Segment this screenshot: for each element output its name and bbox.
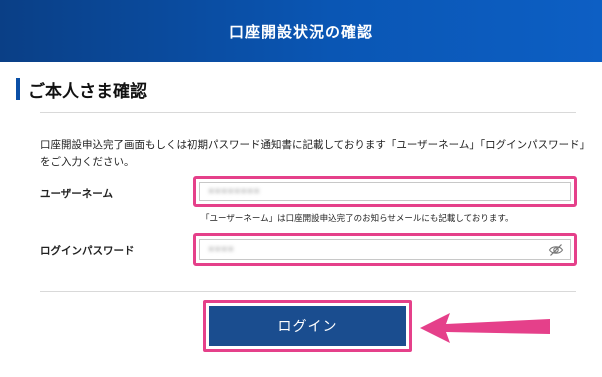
eye-off-icon[interactable] — [548, 242, 564, 258]
username-field[interactable] — [199, 182, 571, 201]
arrow-left-icon — [420, 313, 550, 343]
divider-bottom — [40, 291, 576, 292]
password-input[interactable] — [208, 243, 562, 256]
password-field[interactable] — [199, 239, 571, 260]
username-label: ユーザーネーム — [40, 188, 113, 200]
password-label: ログインパスワード — [40, 245, 135, 257]
intro-text: 口座開設申込完了画面もしくは初期パスワード通知書に記載しております「ユーザーネー… — [40, 139, 585, 168]
username-input[interactable] — [208, 185, 562, 198]
section-heading: ご本人さま確認 — [16, 78, 147, 102]
password-highlight — [193, 233, 577, 266]
login-highlight: ログイン — [203, 300, 412, 352]
page-header: 口座開設状況の確認 — [0, 0, 602, 62]
section-accent-bar — [16, 78, 20, 100]
username-note: 「ユーザーネーム」は口座開設申込完了のお知らせメールにも記載しております。 — [201, 214, 514, 224]
login-button[interactable]: ログイン — [209, 306, 406, 346]
page-title: 口座開設状況の確認 — [228, 22, 373, 41]
divider-top — [40, 112, 576, 113]
section-title: ご本人さま確認 — [28, 81, 147, 102]
username-highlight — [193, 176, 577, 207]
